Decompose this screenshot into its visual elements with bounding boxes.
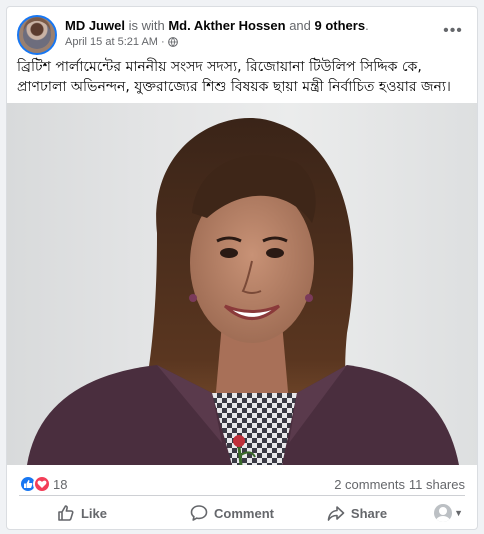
- post-card: MD Juwel is with Md. Akther Hossen and 9…: [6, 6, 478, 530]
- comments-count[interactable]: 2 comments: [334, 477, 405, 492]
- portrait-illustration: [27, 117, 459, 465]
- post-stats: 18 2 comments 11 shares: [7, 469, 477, 497]
- reaction-icons[interactable]: [19, 475, 51, 493]
- post-header: MD Juwel is with Md. Akther Hossen and 9…: [7, 7, 477, 55]
- profile-avatar-icon: [434, 504, 453, 522]
- post-photo[interactable]: [7, 103, 477, 465]
- thumbs-up-icon: [58, 505, 74, 521]
- shares-count[interactable]: 11 shares: [409, 477, 465, 492]
- post-timestamp[interactable]: April 15 at 5:21 AM: [65, 36, 158, 48]
- love-reaction-icon: [33, 475, 51, 493]
- author-line: MD Juwel is with Md. Akther Hossen and 9…: [65, 18, 369, 34]
- avatar-photo: [23, 21, 51, 49]
- comment-button[interactable]: Comment: [157, 497, 307, 529]
- caret-down-icon: ▼: [454, 508, 463, 518]
- post-text: ব্রিটিশ পার্লামেন্টের মাননীয় সংসদ সদস্য…: [17, 59, 451, 95]
- share-arrow-icon: [327, 506, 345, 521]
- globe-icon[interactable]: [167, 37, 178, 47]
- action-bar: Like Comment Share ▼: [7, 497, 477, 529]
- comment-icon: [190, 505, 208, 521]
- tagged-person[interactable]: Md. Akther Hossen: [168, 18, 285, 33]
- share-label: Share: [350, 505, 388, 521]
- post-meta: April 15 at 5:21 AM ·: [65, 36, 178, 48]
- share-button[interactable]: Share: [307, 497, 407, 529]
- more-options-button[interactable]: •••: [439, 19, 467, 43]
- reaction-as-selector[interactable]: ▼: [434, 504, 463, 522]
- and-text: and: [285, 18, 315, 33]
- like-button[interactable]: Like: [7, 497, 157, 529]
- reactions-count[interactable]: 18: [53, 477, 67, 492]
- author-avatar[interactable]: [17, 15, 57, 55]
- comment-label: Comment: [214, 505, 274, 521]
- tagged-others[interactable]: 9 others: [315, 18, 366, 33]
- period: .: [365, 18, 369, 33]
- with-text: is with: [124, 18, 169, 33]
- author-name[interactable]: MD Juwel: [65, 18, 125, 33]
- actions-divider: [19, 495, 465, 496]
- meta-separator: ·: [160, 36, 165, 48]
- like-label: Like: [80, 505, 107, 521]
